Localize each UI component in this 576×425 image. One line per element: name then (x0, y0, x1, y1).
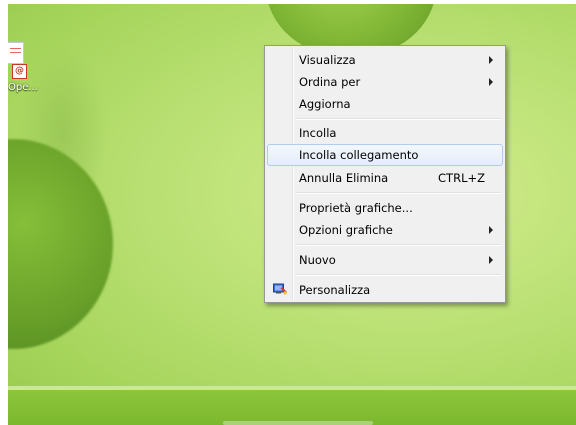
app-badge-icon: @ (12, 64, 27, 79)
menu-item-label: Incolla collegamento (299, 148, 419, 162)
menu-item-label: Annulla Elimina (299, 171, 389, 185)
submenu-arrow-icon (489, 256, 493, 264)
menu-item-annulla-elimina[interactable]: Annulla Elimina CTRL+Z (267, 167, 503, 189)
desktop-context-menu: Visualizza Ordina per Aggiorna Incolla I… (264, 45, 506, 303)
menu-item-incolla[interactable]: Incolla (267, 122, 503, 144)
menu-item-label: Incolla (299, 126, 337, 140)
menu-item-ordina-per[interactable]: Ordina per (267, 71, 503, 93)
menu-separator (296, 274, 501, 276)
menu-separator (296, 244, 501, 246)
submenu-arrow-icon (489, 226, 493, 234)
menu-item-nuovo[interactable]: Nuovo (267, 249, 503, 271)
personalize-icon (273, 283, 288, 296)
menu-item-personalizza[interactable]: Personalizza (267, 279, 503, 301)
menu-item-proprieta-grafiche[interactable]: Proprietà grafiche... (267, 197, 503, 219)
taskbar-highlight (223, 421, 373, 425)
taskbar[interactable] (8, 390, 576, 425)
menu-item-label: Nuovo (299, 253, 336, 267)
desktop-shortcut-label: Ope... (8, 82, 38, 93)
menu-item-label: Proprietà grafiche... (299, 201, 413, 215)
menu-item-aggiorna[interactable]: Aggiorna (267, 93, 503, 115)
menu-item-label: Visualizza (299, 53, 356, 67)
menu-separator (296, 118, 501, 120)
menu-item-shortcut: CTRL+Z (438, 171, 485, 185)
document-icon (8, 42, 24, 64)
submenu-arrow-icon (489, 78, 493, 86)
menu-item-label: Opzioni grafiche (299, 223, 393, 237)
menu-item-label: Personalizza (299, 283, 371, 297)
menu-item-label: Ordina per (299, 75, 361, 89)
menu-item-label: Aggiorna (299, 97, 351, 111)
menu-item-incolla-collegamento[interactable]: Incolla collegamento (267, 144, 503, 166)
menu-item-opzioni-grafiche[interactable]: Opzioni grafiche (267, 219, 503, 241)
menu-item-visualizza[interactable]: Visualizza (267, 49, 503, 71)
desktop-shortcut[interactable]: @ Ope... (8, 42, 38, 98)
submenu-arrow-icon (489, 56, 493, 64)
menu-separator (296, 192, 501, 194)
